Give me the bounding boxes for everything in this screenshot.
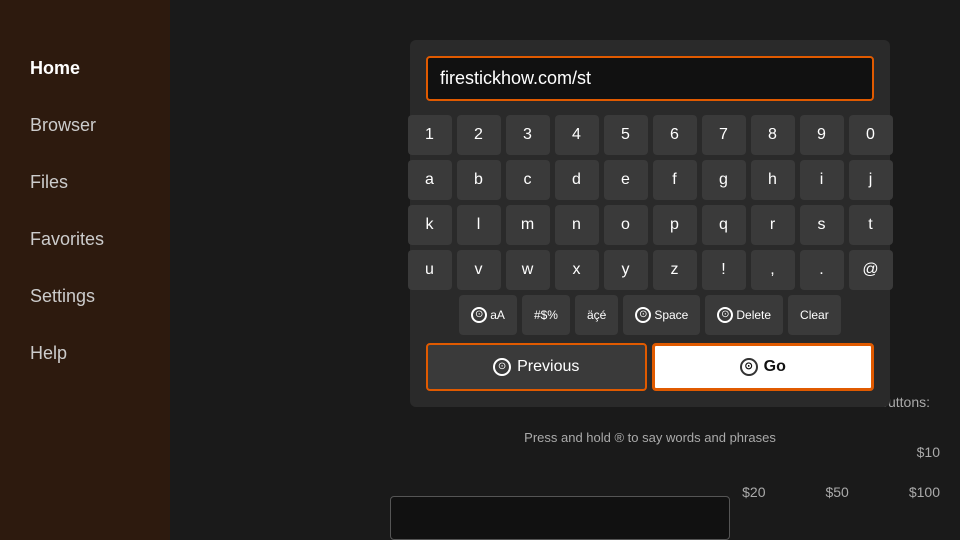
- key-d[interactable]: d: [555, 160, 599, 200]
- key-h[interactable]: h: [751, 160, 795, 200]
- key-a[interactable]: a: [408, 160, 452, 200]
- key-m[interactable]: m: [506, 205, 550, 245]
- key-n[interactable]: n: [555, 205, 599, 245]
- key-r[interactable]: r: [751, 205, 795, 245]
- key-w[interactable]: w: [506, 250, 550, 290]
- hint-text: Press and hold ® to say words and phrase…: [410, 430, 890, 445]
- key-at[interactable]: @: [849, 250, 893, 290]
- key-s[interactable]: s: [800, 205, 844, 245]
- donation-row2: $20 $50 $100: [742, 484, 940, 500]
- key-e[interactable]: e: [604, 160, 648, 200]
- sidebar-favorites-label: Favorites: [30, 229, 104, 249]
- key-u[interactable]: u: [408, 250, 452, 290]
- alpha-row1: a b c d e f g h i j: [426, 160, 874, 200]
- sidebar-home-label: Home: [30, 58, 80, 78]
- key-b[interactable]: b: [457, 160, 501, 200]
- key-k[interactable]: k: [408, 205, 452, 245]
- key-f[interactable]: f: [653, 160, 697, 200]
- special-row: ⊙ aA #$% äçé ⊙ Space ⊙ Delete: [426, 295, 874, 335]
- key-exclaim[interactable]: !: [702, 250, 746, 290]
- key-space[interactable]: ⊙ Space: [623, 295, 700, 335]
- key-v[interactable]: v: [457, 250, 501, 290]
- previous-button[interactable]: ⊙ Previous: [426, 343, 647, 391]
- donation-amount-100: $100: [909, 484, 940, 500]
- key-period[interactable]: .: [800, 250, 844, 290]
- sidebar-item-browser[interactable]: Browser: [0, 97, 170, 154]
- key-symbols[interactable]: #$%: [522, 295, 570, 335]
- alpha-row3: u v w x y z ! , . @: [426, 250, 874, 290]
- url-input[interactable]: [428, 58, 872, 99]
- key-q[interactable]: q: [702, 205, 746, 245]
- keyboard: 1 2 3 4 5 6 7 8 9 0 a b c d e f g h: [426, 115, 874, 335]
- key-1[interactable]: 1: [408, 115, 452, 155]
- key-5[interactable]: 5: [604, 115, 648, 155]
- key-z[interactable]: z: [653, 250, 697, 290]
- key-j[interactable]: j: [849, 160, 893, 200]
- key-i[interactable]: i: [800, 160, 844, 200]
- key-6[interactable]: 6: [653, 115, 697, 155]
- key-c[interactable]: c: [506, 160, 550, 200]
- key-4[interactable]: 4: [555, 115, 599, 155]
- sidebar-browser-label: Browser: [30, 115, 96, 135]
- sidebar-item-home[interactable]: Home: [0, 40, 170, 97]
- key-9[interactable]: 9: [800, 115, 844, 155]
- sidebar-item-files[interactable]: Files: [0, 154, 170, 211]
- key-comma[interactable]: ,: [751, 250, 795, 290]
- key-delete[interactable]: ⊙ Delete: [705, 295, 783, 335]
- sidebar-help-label: Help: [30, 343, 67, 363]
- bg-search-bar: [390, 496, 730, 540]
- sidebar-item-help[interactable]: Help: [0, 325, 170, 382]
- key-l[interactable]: l: [457, 205, 501, 245]
- key-2[interactable]: 2: [457, 115, 501, 155]
- sidebar-item-favorites[interactable]: Favorites: [0, 211, 170, 268]
- donation-amount-20: $20: [742, 484, 765, 500]
- donation-row1: $10: [917, 444, 940, 460]
- url-input-container[interactable]: [426, 56, 874, 101]
- key-o[interactable]: o: [604, 205, 648, 245]
- donation-amount-10: $10: [917, 444, 940, 460]
- number-row: 1 2 3 4 5 6 7 8 9 0: [426, 115, 874, 155]
- key-y[interactable]: y: [604, 250, 648, 290]
- sidebar: Home Browser Files Favorites Settings He…: [0, 0, 170, 540]
- keyboard-dialog: 1 2 3 4 5 6 7 8 9 0 a b c d e f g h: [410, 40, 890, 407]
- key-t[interactable]: t: [849, 205, 893, 245]
- bottom-buttons: ⊙ Previous ⊙ Go: [426, 343, 874, 391]
- key-accents[interactable]: äçé: [575, 295, 618, 335]
- sidebar-settings-label: Settings: [30, 286, 95, 306]
- key-0[interactable]: 0: [849, 115, 893, 155]
- key-3[interactable]: 3: [506, 115, 550, 155]
- sidebar-item-settings[interactable]: Settings: [0, 268, 170, 325]
- key-clear[interactable]: Clear: [788, 295, 841, 335]
- key-case[interactable]: ⊙ aA: [459, 295, 517, 335]
- key-8[interactable]: 8: [751, 115, 795, 155]
- main-content: ase donation buttons: $10 $20 $50 $100 1…: [170, 0, 960, 540]
- go-button[interactable]: ⊙ Go: [652, 343, 875, 391]
- key-g[interactable]: g: [702, 160, 746, 200]
- key-p[interactable]: p: [653, 205, 697, 245]
- key-7[interactable]: 7: [702, 115, 746, 155]
- donation-amount-50: $50: [825, 484, 848, 500]
- sidebar-files-label: Files: [30, 172, 68, 192]
- alpha-row2: k l m n o p q r s t: [426, 205, 874, 245]
- key-x[interactable]: x: [555, 250, 599, 290]
